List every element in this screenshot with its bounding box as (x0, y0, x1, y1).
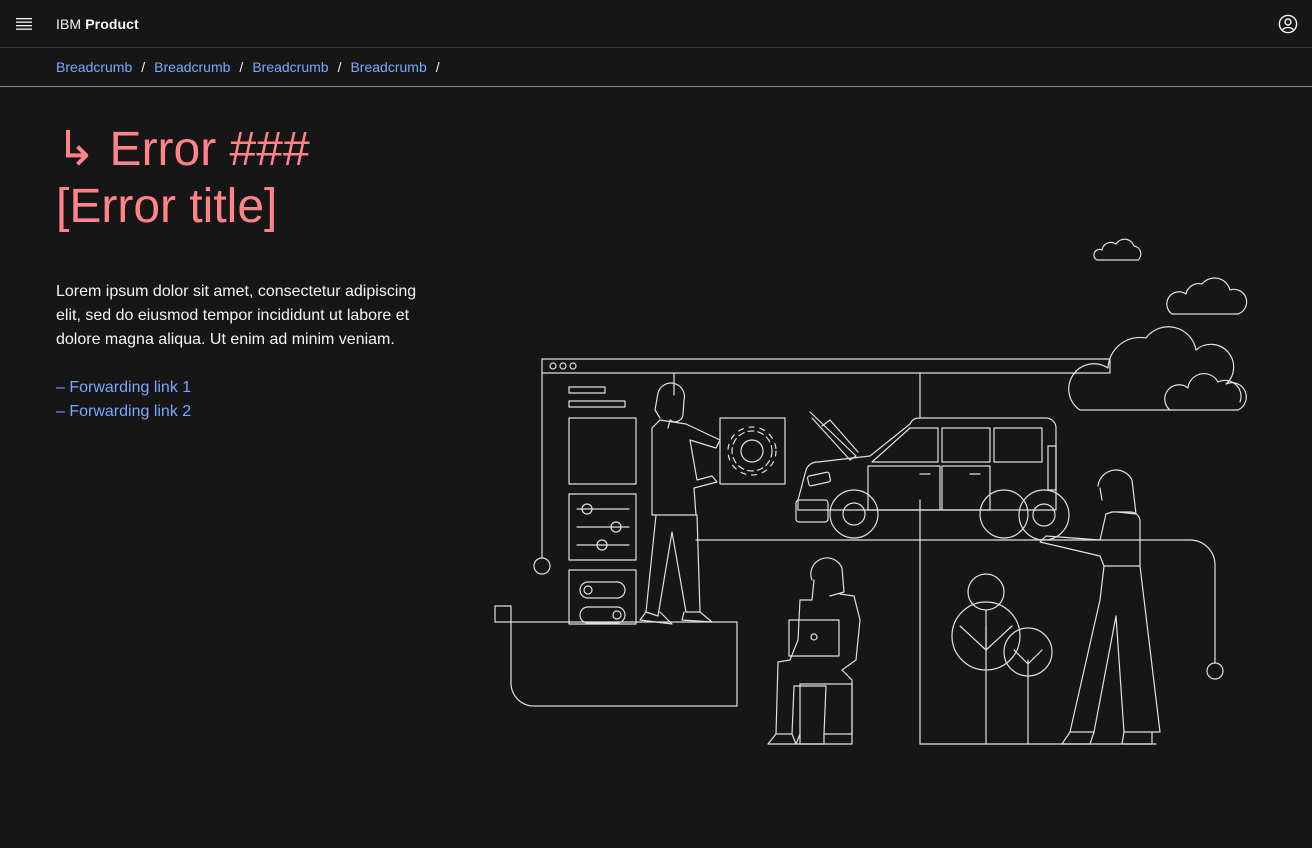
breadcrumb-link[interactable]: Breadcrumb (56, 59, 132, 75)
gear-icon (727, 426, 777, 476)
man-figure (639, 382, 721, 625)
error-description: Lorem ipsum dolor sit amet, consectetur … (56, 283, 417, 348)
breadcrumb-link[interactable]: Breadcrumb (350, 59, 426, 75)
brand-name: Product (85, 15, 139, 32)
breadcrumb-separator: / (435, 59, 440, 75)
breadcrumb-separator: / (141, 59, 146, 75)
error-title: ↳ Error ### [Error title] (56, 121, 476, 235)
user-profile-button[interactable] (1264, 0, 1312, 48)
menu-button[interactable] (0, 0, 48, 48)
forwarding-links: – Forwarding link 1 – Forwarding link 2 (56, 376, 191, 424)
breadcrumb: Breadcrumb / Breadcrumb / Breadcrumb / B… (0, 48, 1312, 87)
breadcrumb-link[interactable]: Breadcrumb (252, 59, 328, 75)
browser-window (541, 358, 1111, 374)
cloud-large-icon (1068, 326, 1247, 411)
breadcrumb-separator: / (337, 59, 342, 75)
laptop-icon (788, 619, 840, 657)
product-name[interactable]: IBM Product (56, 16, 139, 32)
cloud-medium-icon (1166, 277, 1248, 315)
woman-with-tire (1018, 469, 1161, 745)
car-icon (795, 411, 1057, 539)
cloud-small-icon (1093, 238, 1142, 261)
error-code: ↳ Error ### (56, 123, 310, 176)
breadcrumb-separator: / (239, 59, 244, 75)
hamburger-menu-icon (16, 17, 32, 30)
top-header: IBM Product (0, 0, 1312, 48)
desk (510, 621, 738, 707)
forwarding-link-2[interactable]: – Forwarding link 2 (56, 400, 191, 424)
brand-prefix: IBM (56, 15, 82, 32)
gear-panel (719, 417, 786, 485)
error-illustration (494, 238, 1248, 745)
woman-with-laptop (767, 557, 861, 745)
forwarding-link-1[interactable]: – Forwarding link 1 (56, 376, 191, 400)
user-avatar-icon (1278, 14, 1298, 34)
breadcrumb-link[interactable]: Breadcrumb (154, 59, 230, 75)
error-name: [Error title] (56, 180, 278, 233)
tree-icon (919, 573, 1157, 745)
